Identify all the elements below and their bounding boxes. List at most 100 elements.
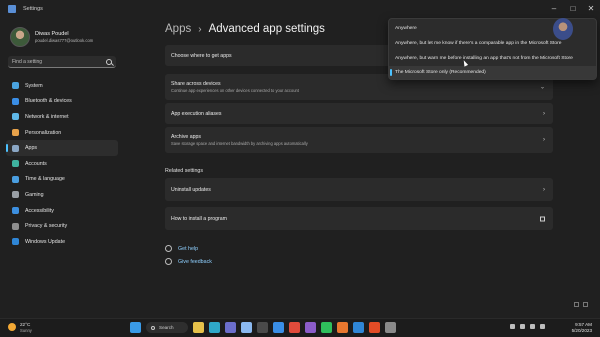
taskbar-search-label: Search (159, 325, 174, 330)
breadcrumb-separator: › (198, 23, 202, 35)
give-feedback-label: Give feedback (178, 258, 212, 265)
window-title: Settings (23, 6, 43, 12)
sidebar: Diwas Poudel poudel.diwas777@outlook.com… (0, 18, 122, 318)
apps-icon (12, 144, 19, 152)
card-description: Save storage space and internet bandwidt… (171, 141, 308, 147)
uninstall-updates-card[interactable]: Uninstall updates › (165, 178, 553, 201)
window-icon (574, 302, 579, 307)
html-icon[interactable] (369, 322, 380, 333)
settings-icon[interactable] (385, 322, 396, 333)
globe-clock-icon (12, 175, 19, 183)
teams-icon[interactable] (225, 322, 236, 333)
sidebar-item-windows-update[interactable]: Windows Update (6, 234, 118, 250)
chevron-down-icon: ⌄ (539, 84, 545, 91)
sidebar-item-personalization[interactable]: Personalization (6, 125, 118, 141)
card-title: Archive apps (171, 133, 201, 140)
edge-icon[interactable] (209, 322, 220, 333)
sidebar-item-accessibility[interactable]: Accessibility (6, 203, 118, 219)
sidebar-item-privacy[interactable]: Privacy & security (6, 218, 118, 234)
clock[interactable]: 9:57 AM 5/20/2023 (560, 322, 592, 333)
breadcrumb-apps[interactable]: Apps (165, 23, 191, 35)
how-to-install-program-card[interactable]: How to install a program (165, 207, 553, 230)
get-help-link[interactable]: Get help (165, 245, 198, 252)
weather-temp: 22°C (20, 322, 31, 327)
terminal-icon[interactable] (257, 322, 268, 333)
card-description: Continue app experiences on other device… (171, 88, 299, 94)
clock-date: 5/20/2023 (571, 328, 592, 333)
sidebar-item-label: Accounts (25, 160, 47, 167)
give-feedback-link[interactable]: Give feedback (165, 258, 212, 265)
profile-email: poudel.diwas777@outlook.com (35, 38, 94, 43)
firefox-icon[interactable] (337, 322, 348, 333)
settings-app-icon (8, 5, 16, 13)
close-button[interactable]: ✕ (582, 2, 600, 14)
search-placeholder: Find a setting (12, 58, 43, 65)
minimize-button[interactable]: – (545, 2, 563, 14)
page-title: Advanced app settings (208, 23, 325, 35)
chrome-icon[interactable] (289, 322, 300, 333)
photos-icon[interactable] (241, 322, 252, 333)
profile-name: Diwas Poudel (35, 31, 69, 37)
sidebar-item-label: Accessibility (25, 207, 54, 214)
dropdown-option-anywhere-warn-me[interactable]: Anywhere, but warn me before installing … (389, 52, 596, 65)
wifi-icon[interactable] (520, 324, 525, 329)
taskbar-apps: Search (130, 322, 396, 333)
sidebar-nav: System Bluetooth & devices Network & int… (6, 78, 118, 250)
clock-time: 9:57 AM (575, 322, 592, 327)
app-execution-aliases-card[interactable]: App execution aliases › (165, 103, 553, 124)
archive-apps-card[interactable]: Archive apps Save storage space and inte… (165, 127, 553, 153)
search-icon (151, 325, 155, 330)
taskbar: 22°C Sunny Search 9:57 AM 5/20/2023 (0, 318, 600, 337)
sidebar-item-time-language[interactable]: Time & language (6, 172, 118, 188)
chevron-right-icon: › (543, 137, 545, 143)
spotify-icon[interactable] (321, 322, 332, 333)
chevron-up-icon[interactable] (510, 324, 515, 329)
store-icon[interactable] (273, 322, 284, 333)
user-profile[interactable]: Diwas Poudel poudel.diwas777@outlook.com (10, 27, 93, 47)
search-input[interactable]: Find a setting (8, 56, 116, 68)
accessibility-icon (12, 207, 19, 215)
feedback-icon (165, 258, 172, 265)
sidebar-item-label: Apps (25, 145, 38, 152)
sidebar-item-bluetooth[interactable]: Bluetooth & devices (6, 94, 118, 110)
sidebar-item-label: Windows Update (25, 238, 66, 245)
chevron-right-icon: › (543, 110, 545, 117)
sidebar-item-label: Time & language (25, 176, 65, 183)
gamepad-icon (12, 191, 19, 199)
dropdown-option-store-only[interactable]: The Microsoft Store only (Recommended) (389, 66, 596, 79)
shield-icon (12, 222, 19, 230)
sidebar-item-gaming[interactable]: Gaming (6, 187, 118, 203)
card-title: Uninstall updates (171, 186, 211, 193)
taskbar-search[interactable]: Search (146, 322, 188, 333)
sidebar-item-label: Gaming (25, 191, 44, 198)
sidebar-item-label: Network & internet (25, 113, 69, 120)
sidebar-item-label: Bluetooth & devices (25, 98, 72, 105)
card-title: App execution aliases (171, 110, 222, 117)
get-help-label: Get help (178, 245, 199, 252)
sidebar-item-system[interactable]: System (6, 78, 118, 94)
help-icon (165, 245, 172, 252)
brush-icon (12, 129, 19, 137)
start-icon[interactable] (130, 322, 141, 333)
update-icon (12, 238, 19, 246)
chevron-right-icon: › (543, 186, 545, 193)
battery-icon[interactable] (540, 324, 545, 329)
file-explorer-icon[interactable] (193, 322, 204, 333)
wifi-icon (12, 113, 19, 121)
open-external-icon (540, 216, 545, 221)
sidebar-item-label: Privacy & security (25, 223, 68, 230)
monitor-icon (12, 82, 19, 90)
vscode-icon[interactable] (353, 322, 364, 333)
related-settings-heading: Related settings (165, 168, 203, 174)
sidebar-item-network[interactable]: Network & internet (6, 109, 118, 125)
volume-icon[interactable] (530, 324, 535, 329)
card-title: Choose where to get apps (171, 52, 232, 59)
system-tray (510, 324, 545, 329)
sidebar-item-apps[interactable]: Apps (6, 140, 118, 156)
maximize-button[interactable]: □ (564, 2, 582, 14)
weather-widget[interactable]: 22°C Sunny (8, 322, 32, 333)
person-icon (12, 160, 19, 168)
sidebar-item-accounts[interactable]: Accounts (6, 156, 118, 172)
visual-studio-icon[interactable] (305, 322, 316, 333)
card-title: How to install a program (171, 215, 227, 222)
